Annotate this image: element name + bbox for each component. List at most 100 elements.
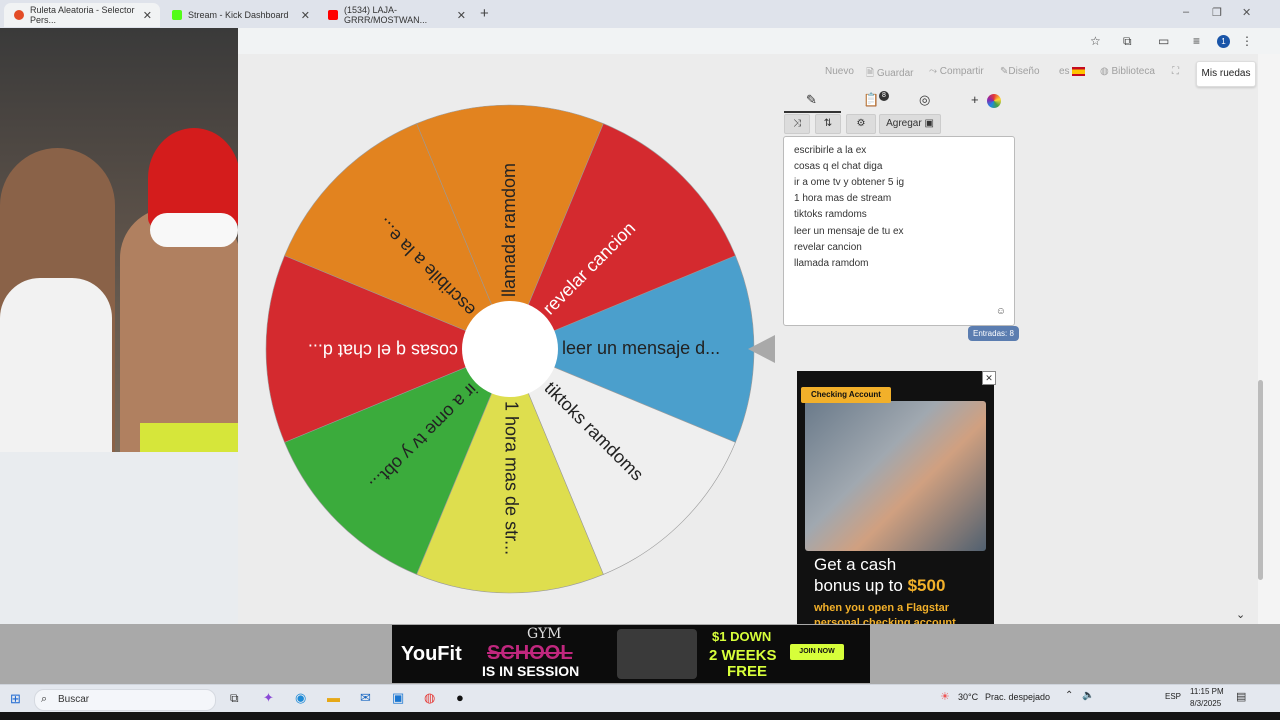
entries-count-badge: Entradas: 8 [968, 326, 1019, 341]
sort-button[interactable]: ⇅ [815, 114, 841, 134]
task-view-icon[interactable]: ⧉ [230, 691, 239, 706]
browser-toolbar: ☆ ⧉ ▭ ≡ ⋮ [238, 28, 1280, 55]
clock-time[interactable]: 11:15 PM [1190, 687, 1224, 696]
input-language[interactable]: ESP [1165, 692, 1181, 701]
speaker-icon[interactable]: 🔈 [1082, 690, 1094, 701]
weather-desc: Prac. despejado [985, 692, 1051, 702]
search-placeholder: Buscar [58, 694, 90, 705]
search-icon: ⌕ [41, 693, 48, 705]
windows-start-icon[interactable]: ⊞ [10, 691, 21, 707]
spain-flag-icon [1072, 66, 1086, 76]
nuevo-button[interactable]: Nuevo [825, 66, 854, 77]
outlook-icon[interactable]: ✉ [360, 690, 371, 706]
entry-line: escribirle a la ex [794, 145, 867, 156]
settings-button[interactable]: ⚙ [846, 114, 876, 134]
tab-kick[interactable]: Stream - Kick Dashboard ✕ [162, 3, 318, 27]
ad-headline-line-1: Get a cash [814, 555, 897, 574]
notifications-icon[interactable]: ▤ [1236, 690, 1246, 703]
color-wheel-icon[interactable] [987, 94, 1001, 108]
share-icon: ⤳ [929, 66, 937, 77]
new-tab-button[interactable]: + [480, 5, 489, 22]
fullscreen-icon[interactable]: ⛶ [1172, 66, 1179, 77]
ad-banner-bottom[interactable]: YouFit GYM SCHOOL IS IN SESSION $1 DOWN … [392, 625, 870, 683]
tab-title: Stream - Kick Dashboard [188, 10, 289, 20]
gear-icon: ⚙ [856, 118, 866, 129]
ad-headline: Get a cash bonus up to $500 [814, 554, 989, 596]
browser-tab-bar: Ruleta Aleatoria - Selector Pers... ✕ St… [0, 0, 1280, 28]
webcam-overlay [0, 28, 238, 452]
taskbar-search-box[interactable]: ⌕ Buscar [34, 689, 216, 711]
chrome-icon[interactable]: ◍ [424, 690, 435, 706]
hidden-eye-icon[interactable]: ◎ [919, 92, 930, 108]
shuffle-button[interactable]: ⤨ [784, 114, 810, 134]
ad-gym-photo [617, 629, 697, 679]
shuffle-icon: ⤨ [793, 118, 801, 129]
profile-avatar[interactable]: 1 [1217, 35, 1230, 48]
clock-date[interactable]: 8/3/2025 [1190, 699, 1221, 708]
diseno-label: Diseño [1008, 66, 1040, 77]
entry-line: ir a ome tv y obtener 5 ig [794, 177, 905, 188]
compartir-button[interactable]: ⤳ Compartir [929, 66, 984, 77]
clipboard-icon[interactable]: 📋 [863, 92, 879, 108]
bookmark-star-icon[interactable]: ☆ [1090, 34, 1101, 48]
pencil-icon[interactable]: ✎ [806, 92, 817, 108]
scrollbar-thumb[interactable] [1258, 380, 1263, 580]
weather-temp: 30°C [958, 692, 979, 702]
ad-weeks: 2 WEEKS [709, 647, 777, 664]
ad-tagline: IS IN SESSION [482, 663, 580, 679]
active-tab-indicator [784, 111, 841, 113]
ad-join-now-button[interactable]: JOIN NOW [790, 644, 844, 660]
edge-icon[interactable]: ◉ [295, 690, 306, 706]
file-explorer-icon[interactable]: ▬ [327, 690, 340, 705]
close-tab-icon[interactable]: ✕ [301, 9, 310, 22]
close-tab-icon[interactable]: ✕ [457, 9, 466, 22]
maximize-icon[interactable]: ❐ [1212, 6, 1222, 19]
save-icon: 🗎 [866, 68, 875, 79]
biblioteca-label: Biblioteca [1111, 66, 1155, 77]
white-shirt [0, 278, 112, 452]
results-count-badge: 8 [879, 91, 889, 101]
entry-line: leer un mensaje de tu ex [794, 226, 904, 237]
language-label: es [1059, 66, 1070, 77]
store-icon[interactable]: ▣ [392, 690, 404, 706]
entries-textarea[interactable]: escribirle a la ex cosas q el chat diga … [783, 136, 1015, 326]
compartir-label: Compartir [939, 66, 984, 77]
tray-chevron-icon[interactable]: ⌃ [1065, 690, 1073, 701]
santa-hat-trim [150, 213, 238, 247]
entry-line: 1 hora mas de stream [794, 193, 892, 204]
tab-ruleta[interactable]: Ruleta Aleatoria - Selector Pers... ✕ [4, 3, 160, 27]
ad-close-button[interactable]: ✕ [982, 371, 996, 385]
ad-school-word: SCHOOL [487, 642, 573, 664]
copilot-icon[interactable]: ✦ [263, 690, 274, 706]
ad-chip: Checking Account [801, 387, 891, 403]
extensions-icon[interactable]: ⧉ [1123, 34, 1132, 49]
agregar-image-button[interactable]: Agregar ▣ [879, 114, 941, 134]
ad-brand: YouFit [401, 643, 462, 665]
diseno-button[interactable]: ✎Diseño [1000, 66, 1040, 77]
minimize-icon[interactable]: ‒ [1183, 6, 1189, 18]
ad-price: $1 DOWN [712, 629, 772, 644]
weather-icon[interactable]: ☀ [940, 690, 950, 703]
add-plus-icon[interactable]: + [971, 92, 979, 107]
menu-icon[interactable]: ⋮ [1241, 34, 1253, 48]
ad-couple-photo [805, 401, 986, 551]
globe-icon: ◍ [1100, 66, 1109, 77]
biblioteca-button[interactable]: ◍ Biblioteca [1100, 66, 1155, 77]
screen-cast-icon[interactable]: ▭ [1158, 34, 1169, 48]
close-window-icon[interactable]: ✕ [1242, 6, 1251, 19]
obs-icon[interactable]: ● [456, 690, 464, 705]
tab-title: (1534) LAJA-GRRR/MOSTWAN... [344, 5, 428, 25]
mis-ruedas-button[interactable]: Mis ruedas [1196, 61, 1256, 87]
media-icon[interactable]: ≡ [1193, 34, 1200, 48]
close-tab-icon[interactable]: ✕ [143, 9, 152, 22]
guardar-button[interactable]: 🗎 Guardar [866, 66, 914, 83]
language-button[interactable]: es [1059, 66, 1086, 77]
chevron-down-icon[interactable]: ⌄ [1236, 608, 1245, 621]
emoji-icon[interactable]: ☺ [996, 306, 1006, 317]
sort-icon: ⇅ [823, 118, 833, 129]
entry-line: llamada ramdom [794, 258, 869, 269]
page-content [238, 54, 1258, 624]
kick-favicon-icon [172, 10, 182, 20]
entry-line: revelar cancion [794, 242, 862, 253]
tab-youtube[interactable]: (1534) LAJA-GRRR/MOSTWAN... ✕ [318, 3, 474, 27]
